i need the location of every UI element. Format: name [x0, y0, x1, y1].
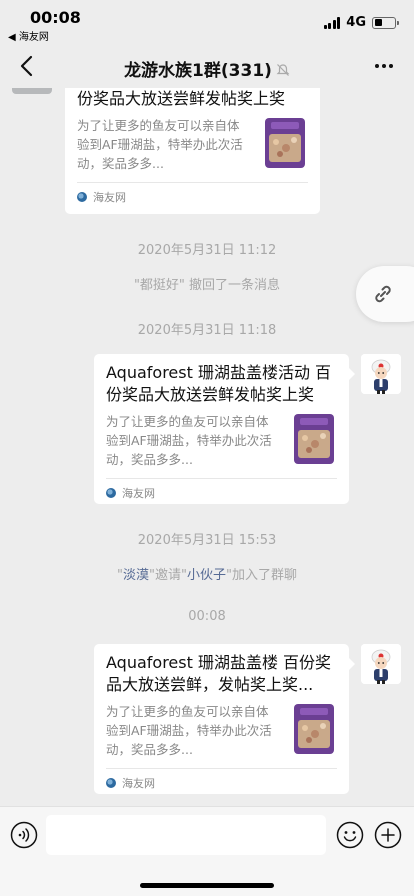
voice-button[interactable]: [10, 821, 38, 849]
chat-area[interactable]: Aquaforest 珊湖盐盖楼活动 百份奖品大放送尝鲜发帖奖上奖 为了让更多的…: [0, 88, 414, 806]
card-source: 海友网: [77, 189, 126, 205]
card-title: Aquaforest 珊湖盐盖楼 百份奖品大放送尝鲜，发帖奖上奖...: [106, 653, 332, 694]
message-input[interactable]: [46, 815, 326, 855]
status-time: 00:08: [30, 8, 81, 27]
bubble-tail: [349, 368, 355, 380]
nav-bar: 龙游水族1群(331): [0, 44, 414, 88]
timestamp: 00:08: [188, 609, 226, 624]
battery-icon: [372, 16, 399, 29]
card-divider: [106, 478, 337, 479]
back-to-app-link[interactable]: ◀ 海友网: [8, 28, 49, 43]
card-description: 为了让更多的鱼友可以亲自体验到AF珊湖盐，特举办此次活动，奖品多多...: [77, 118, 243, 171]
card-source-label: 海友网: [122, 487, 155, 500]
chat-title-text: 龙游水族1群(331): [124, 61, 272, 81]
product-thumbnail-icon: [294, 704, 334, 754]
link-card[interactable]: Aquaforest 珊湖盐盖楼活动 百份奖品大放送尝鲜发帖奖上奖 为了让更多的…: [94, 354, 355, 504]
source-logo-icon: [106, 488, 116, 498]
status-bar: 00:08 ◀ 海友网 4G: [0, 0, 414, 44]
link-card[interactable]: Aquaforest 珊湖盐盖楼 百份奖品大放送尝鲜，发帖奖上奖... 为了让更…: [94, 644, 355, 794]
link-icon: [375, 285, 391, 303]
signal-icon: [323, 16, 341, 29]
invitee-link[interactable]: 小伙子: [187, 568, 226, 583]
card-title: Aquaforest 珊湖盐盖楼活动 百份奖品大放送尝鲜发帖奖上奖: [106, 363, 332, 404]
recall-notice: "都挺好" 撤回了一条消息: [133, 278, 281, 293]
voice-icon: [10, 821, 38, 849]
more-options-button[interactable]: [370, 54, 398, 78]
card-title: Aquaforest 珊湖盐盖楼活动 百份奖品大放送尝鲜发帖奖上奖: [77, 89, 286, 108]
card-source-label: 海友网: [93, 191, 126, 204]
more-functions-button[interactable]: [374, 821, 402, 849]
card-divider: [77, 182, 308, 183]
card-source: 海友网: [106, 485, 155, 501]
chat-title: 龙游水族1群(331): [0, 56, 414, 81]
source-logo-icon: [77, 192, 87, 202]
card-divider: [106, 768, 337, 769]
timestamp: 2020年5月31日 11:12: [137, 243, 277, 258]
source-logo-icon: [106, 778, 116, 788]
card-source: 海友网: [106, 775, 155, 791]
inviter-link[interactable]: 淡漠: [123, 568, 149, 583]
invite-notice: "淡漠"邀请"小伙子"加入了群聊: [117, 568, 297, 583]
input-bar: [0, 806, 414, 896]
floating-link-button[interactable]: [356, 266, 414, 322]
avatar-cartoon-icon: [361, 644, 401, 684]
timestamp: 2020年5月31日 11:18: [137, 323, 277, 338]
mute-bell-icon: [276, 64, 290, 76]
network-label: 4G: [346, 15, 366, 30]
link-card[interactable]: Aquaforest 珊湖盐盖楼活动 百份奖品大放送尝鲜发帖奖上奖 为了让更多的…: [65, 88, 320, 214]
bubble-tail: [349, 658, 355, 670]
card-description: 为了让更多的鱼友可以亲自体验到AF珊湖盐，特举办此次活动，奖品多多...: [106, 704, 272, 757]
emoji-button[interactable]: [336, 821, 364, 849]
timestamp: 2020年5月31日 15:53: [137, 533, 277, 548]
my-avatar[interactable]: [361, 644, 401, 684]
avatar-cartoon-icon: [361, 354, 401, 394]
card-source-label: 海友网: [122, 777, 155, 790]
card-description: 为了让更多的鱼友可以亲自体验到AF珊湖盐，特举办此次活动，奖品多多...: [106, 414, 272, 467]
home-indicator[interactable]: [140, 883, 274, 888]
product-thumbnail-icon: [265, 118, 305, 168]
my-avatar[interactable]: [361, 354, 401, 394]
plus-icon: [374, 821, 402, 849]
emoji-icon: [336, 821, 364, 849]
sender-avatar[interactable]: [12, 88, 52, 94]
status-indicators: 4G: [323, 15, 399, 30]
product-thumbnail-icon: [294, 414, 334, 464]
